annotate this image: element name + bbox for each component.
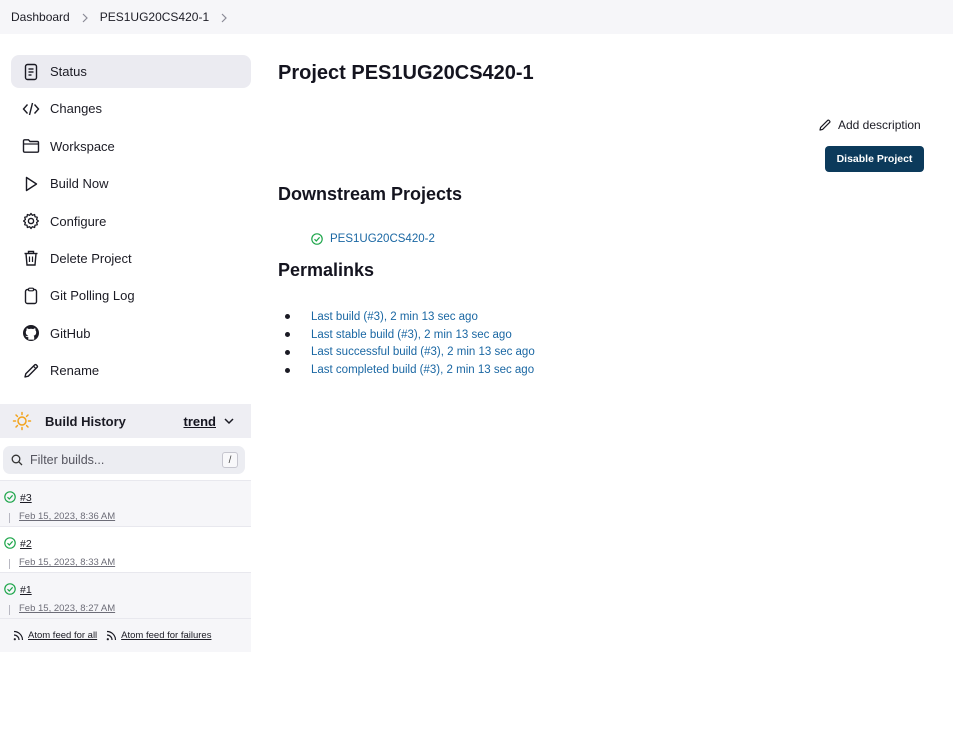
build-history-title: Build History bbox=[45, 413, 126, 429]
permalink-item[interactable]: Last successful build (#3), 2 min 13 sec… bbox=[285, 344, 535, 362]
folder-icon bbox=[21, 136, 41, 156]
sidebar-item-label: GitHub bbox=[50, 325, 91, 341]
rss-icon bbox=[13, 630, 24, 641]
build-history-panel: Build History trend / #3 Feb 15, 2023, 8… bbox=[0, 404, 251, 652]
status-icon bbox=[21, 62, 41, 82]
bullet bbox=[285, 314, 290, 320]
permalinks-heading: Permalinks bbox=[278, 260, 375, 280]
sidebar-item-delete-project[interactable]: Delete Project bbox=[11, 242, 251, 275]
add-description-label[interactable]: Add description bbox=[838, 118, 921, 132]
sidebar-item-configure[interactable]: Configure bbox=[11, 205, 251, 238]
build-row-1[interactable]: #1 Feb 15, 2023, 8:27 AM bbox=[0, 572, 251, 618]
permalink-last-stable-build[interactable]: Last stable build (#3), 2 min 13 sec ago bbox=[311, 329, 512, 341]
code-icon bbox=[21, 99, 41, 119]
play-icon bbox=[21, 174, 41, 194]
breadcrumb-dashboard[interactable]: Dashboard bbox=[11, 10, 70, 24]
downstream-project-item[interactable]: PES1UG20CS420-2 bbox=[311, 233, 435, 245]
build-date-link[interactable]: Feb 15, 2023, 8:36 AM bbox=[19, 511, 115, 522]
atom-feed-all-label[interactable]: Atom feed for all bbox=[28, 630, 97, 641]
chevron-right-icon bbox=[70, 10, 100, 24]
permalink-last-successful-build[interactable]: Last successful build (#3), 2 min 13 sec… bbox=[311, 346, 535, 358]
sidebar-item-build-now[interactable]: Build Now bbox=[11, 167, 251, 200]
filter-builds-input[interactable] bbox=[30, 453, 205, 467]
search-icon bbox=[11, 454, 23, 466]
build-date-link[interactable]: Feb 15, 2023, 8:33 AM bbox=[19, 557, 115, 568]
keyboard-shortcut-hint: / bbox=[222, 452, 238, 468]
permalink-last-completed-build[interactable]: Last completed build (#3), 2 min 13 sec … bbox=[311, 364, 534, 376]
permalink-item[interactable]: Last stable build (#3), 2 min 13 sec ago bbox=[285, 326, 535, 344]
sidebar-item-changes[interactable]: Changes bbox=[11, 92, 251, 125]
build-history-header: Build History trend bbox=[0, 404, 251, 438]
bullet bbox=[285, 332, 290, 338]
pencil-icon bbox=[819, 119, 831, 131]
add-description-link[interactable]: Add description bbox=[818, 118, 921, 132]
sidebar-item-label: Configure bbox=[50, 213, 107, 229]
timeline-bar bbox=[9, 513, 10, 523]
atom-feed-all-link[interactable]: Atom feed for all bbox=[13, 630, 97, 641]
trash-icon bbox=[21, 248, 41, 268]
atom-feed-failures-label[interactable]: Atom feed for failures bbox=[121, 630, 211, 641]
sun-icon bbox=[12, 411, 32, 431]
gear-icon bbox=[21, 211, 41, 231]
permalink-item[interactable]: Last completed build (#3), 2 min 13 sec … bbox=[285, 361, 535, 379]
permalinks-list: Last build (#3), 2 min 13 sec ago Last s… bbox=[285, 308, 535, 379]
sidebar-item-label: Status bbox=[50, 64, 87, 79]
sidebar-item-github[interactable]: GitHub bbox=[11, 317, 251, 350]
downstream-projects-heading: Downstream Projects bbox=[278, 184, 463, 204]
success-check-icon bbox=[311, 233, 323, 245]
atom-feed-failures-link[interactable]: Atom feed for failures bbox=[106, 630, 211, 641]
permalink-item[interactable]: Last build (#3), 2 min 13 sec ago bbox=[285, 308, 535, 326]
page-title: Project PES1UG20CS420-1 bbox=[278, 62, 534, 84]
build-row-3[interactable]: #3 Feb 15, 2023, 8:36 AM bbox=[0, 480, 251, 526]
success-check-icon bbox=[4, 537, 16, 549]
github-icon bbox=[21, 323, 41, 343]
main-content: Project PES1UG20CS420-1 Add description … bbox=[278, 0, 938, 747]
bullet bbox=[285, 349, 290, 355]
chevron-right-icon[interactable] bbox=[209, 10, 239, 24]
success-check-icon bbox=[4, 491, 16, 503]
sidebar-item-label: Rename bbox=[50, 363, 100, 379]
disable-project-button[interactable]: Disable Project bbox=[825, 146, 924, 172]
timeline-bar bbox=[9, 605, 10, 615]
clipboard-icon bbox=[21, 286, 41, 306]
sidebar-item-workspace[interactable]: Workspace bbox=[11, 130, 251, 163]
build-row-2[interactable]: #2 Feb 15, 2023, 8:33 AM bbox=[0, 526, 251, 572]
breadcrumb-project[interactable]: PES1UG20CS420-1 bbox=[100, 10, 209, 24]
permalink-last-build[interactable]: Last build (#3), 2 min 13 sec ago bbox=[311, 311, 478, 323]
pencil-icon bbox=[21, 361, 41, 381]
atom-feeds: Atom feed for all Atom feed for failures bbox=[0, 618, 251, 652]
filter-wrapper: / bbox=[0, 438, 251, 480]
sidebar-item-git-polling-log[interactable]: Git Polling Log bbox=[11, 279, 251, 312]
build-number-link[interactable]: #2 bbox=[20, 538, 32, 550]
sidebar-item-rename[interactable]: Rename bbox=[11, 354, 251, 387]
success-check-icon bbox=[4, 583, 16, 595]
build-date-link[interactable]: Feb 15, 2023, 8:27 AM bbox=[19, 603, 115, 614]
filter-builds-box[interactable]: / bbox=[3, 446, 245, 474]
rss-icon bbox=[106, 630, 117, 641]
trend-label[interactable]: trend bbox=[184, 414, 217, 429]
sidebar-item-label: Git Polling Log bbox=[50, 288, 135, 304]
downstream-project-link[interactable]: PES1UG20CS420-2 bbox=[330, 233, 435, 245]
build-number-link[interactable]: #1 bbox=[20, 584, 32, 596]
timeline-bar bbox=[9, 559, 10, 569]
build-number-link[interactable]: #3 bbox=[20, 492, 32, 504]
sidebar-item-label: Delete Project bbox=[50, 250, 132, 266]
sidebar-item-label: Build Now bbox=[50, 176, 109, 192]
chevron-down-icon[interactable] bbox=[224, 417, 234, 425]
sidebar-tasks: Status Changes Workspace Build Now Confi… bbox=[11, 55, 251, 392]
trend-dropdown[interactable]: trend bbox=[184, 414, 235, 429]
sidebar-item-label: Workspace bbox=[50, 138, 115, 154]
sidebar-item-status[interactable]: Status bbox=[11, 55, 251, 88]
bullet bbox=[285, 367, 290, 373]
sidebar-item-label: Changes bbox=[50, 101, 103, 117]
